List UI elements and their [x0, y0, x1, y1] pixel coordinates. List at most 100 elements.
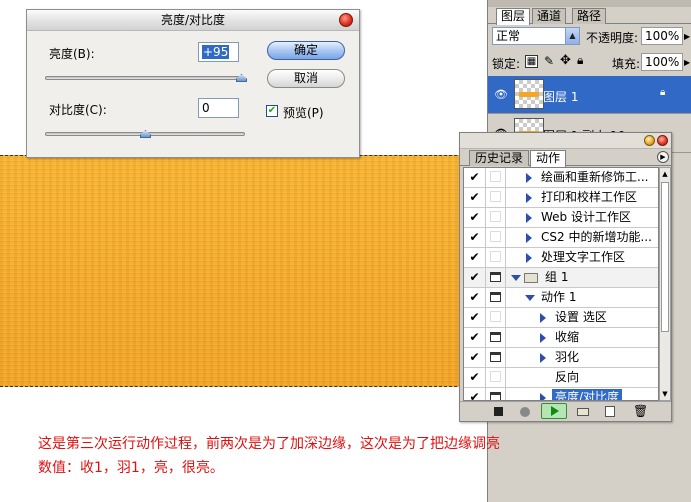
- action-toggle-checkbox[interactable]: ✔: [464, 228, 486, 247]
- action-toggle-checkbox[interactable]: ✔: [464, 268, 486, 287]
- record-icon[interactable]: [520, 407, 530, 417]
- document-canvas[interactable]: [0, 155, 487, 387]
- actions-toolbar: 🗑︎: [460, 401, 671, 421]
- dialog-toggle[interactable]: [486, 368, 506, 387]
- play-icon: [551, 406, 559, 416]
- new-set-folder-icon[interactable]: [577, 408, 589, 416]
- layers-tabs: 图层 通道 路径: [488, 7, 691, 25]
- actions-scrollbar[interactable]: ▲ ▼: [659, 167, 671, 401]
- action-row[interactable]: ✔ CS2 中的新增功能...: [464, 228, 658, 248]
- dialog-toggle[interactable]: [486, 168, 506, 187]
- close-icon[interactable]: [339, 13, 353, 27]
- dialog-toggle[interactable]: [486, 388, 506, 400]
- chevron-right-icon[interactable]: [540, 393, 546, 400]
- tab-layers[interactable]: 图层: [496, 8, 531, 25]
- chevron-right-icon[interactable]: [526, 233, 532, 243]
- cancel-button[interactable]: 取消: [267, 69, 345, 88]
- panel-menu-icon[interactable]: ▶: [657, 151, 669, 163]
- chevron-down-icon[interactable]: [525, 295, 535, 301]
- dialog-icon: [490, 211, 501, 222]
- dialog-toggle[interactable]: [486, 308, 506, 327]
- close-icon[interactable]: [657, 135, 668, 146]
- chevron-down-icon[interactable]: [511, 275, 521, 281]
- action-toggle-checkbox[interactable]: ✔: [464, 328, 486, 347]
- action-row[interactable]: ✔ 打印和校样工作区: [464, 188, 658, 208]
- action-row[interactable]: ✔ 羽化: [464, 348, 658, 368]
- action-row[interactable]: ✔ 收缩: [464, 328, 658, 348]
- dialog-icon: [490, 191, 501, 202]
- actions-title-bar[interactable]: [460, 133, 671, 149]
- chevron-right-icon[interactable]: [540, 353, 546, 363]
- stop-icon[interactable]: [494, 407, 503, 416]
- scroll-up-icon[interactable]: ▲: [660, 168, 670, 180]
- action-toggle-checkbox[interactable]: ✔: [464, 168, 486, 187]
- brightness-slider-track[interactable]: [45, 76, 245, 80]
- panel-grip[interactable]: [488, 0, 691, 7]
- chevron-right-icon[interactable]: [540, 333, 546, 343]
- action-row[interactable]: ✔ 设置 选区: [464, 308, 658, 328]
- opacity-arrow-icon[interactable]: ▶: [684, 32, 690, 41]
- chevron-right-icon[interactable]: [540, 313, 546, 323]
- chevron-right-icon[interactable]: [526, 173, 532, 183]
- layer-row[interactable]: 👁︎ 图层 1 🔒︎: [488, 76, 691, 114]
- dialog-title-bar[interactable]: 亮度/对比度: [27, 10, 359, 31]
- action-label: 收缩: [555, 330, 580, 344]
- lock-icon[interactable]: 🔒︎: [577, 53, 583, 68]
- blend-mode-value: 正常: [496, 29, 521, 43]
- opacity-input[interactable]: 100%: [641, 27, 683, 45]
- action-row[interactable]: ✔ 亮度/对比度: [464, 388, 658, 400]
- action-toggle-checkbox[interactable]: ✔: [464, 348, 486, 367]
- action-row[interactable]: ✔ 绘画和重新修饰工...: [464, 168, 658, 188]
- action-row[interactable]: ✔ 动作 1: [464, 288, 658, 308]
- tab-history[interactable]: 历史记录: [469, 150, 530, 166]
- chevron-right-icon[interactable]: [526, 253, 532, 263]
- preview-checkbox[interactable]: ✔: [266, 105, 278, 117]
- trash-icon[interactable]: 🗑︎: [633, 404, 648, 418]
- scroll-down-icon[interactable]: ▼: [660, 388, 670, 400]
- action-toggle-checkbox[interactable]: ✔: [464, 248, 486, 267]
- action-label: 设置 选区: [555, 310, 607, 324]
- dialog-toggle[interactable]: [486, 268, 506, 287]
- action-toggle-checkbox[interactable]: ✔: [464, 308, 486, 327]
- action-toggle-checkbox[interactable]: ✔: [464, 388, 486, 400]
- chevron-right-icon[interactable]: [526, 213, 532, 223]
- dialog-toggle[interactable]: [486, 228, 506, 247]
- dialog-toggle[interactable]: [486, 328, 506, 347]
- action-row[interactable]: ✔ 反向: [464, 368, 658, 388]
- lock-transparency-icon[interactable]: ▦: [525, 55, 538, 68]
- fill-arrow-icon[interactable]: ▶: [684, 58, 690, 67]
- action-toggle-checkbox[interactable]: ✔: [464, 368, 486, 387]
- chevron-right-icon[interactable]: [526, 193, 532, 203]
- tab-paths[interactable]: 路径: [572, 8, 607, 24]
- new-action-icon[interactable]: [605, 406, 615, 417]
- chevron-down-icon: ▲: [565, 28, 579, 44]
- action-toggle-checkbox[interactable]: ✔: [464, 188, 486, 207]
- dialog-toggle[interactable]: [486, 208, 506, 227]
- layer-thumbnail: [514, 79, 544, 109]
- brightness-input[interactable]: +95: [198, 42, 239, 62]
- move-icon[interactable]: ✥: [560, 53, 571, 68]
- dialog-toggle[interactable]: [486, 348, 506, 367]
- fill-input[interactable]: 100%: [641, 53, 683, 71]
- contrast-input[interactable]: 0: [198, 98, 239, 118]
- blend-mode-select[interactable]: 正常 ▲: [492, 27, 580, 45]
- dialog-toggle[interactable]: [486, 248, 506, 267]
- brightness-value: +95: [202, 45, 230, 59]
- action-toggle-checkbox[interactable]: ✔: [464, 288, 486, 307]
- tab-actions[interactable]: 动作: [530, 150, 567, 167]
- dialog-toggle[interactable]: [486, 188, 506, 207]
- ok-button[interactable]: 确定: [267, 41, 345, 60]
- scroll-thumb[interactable]: [661, 182, 669, 332]
- play-button[interactable]: [541, 403, 567, 419]
- action-toggle-checkbox[interactable]: ✔: [464, 208, 486, 227]
- tab-channels[interactable]: 通道: [532, 8, 567, 24]
- action-row[interactable]: ✔ 处理文字工作区: [464, 248, 658, 268]
- minimize-icon[interactable]: [644, 135, 655, 146]
- action-row[interactable]: ✔ Web 设计工作区: [464, 208, 658, 228]
- brush-icon[interactable]: ✎: [544, 54, 554, 68]
- eye-icon[interactable]: 👁︎: [494, 88, 508, 101]
- action-label: 反向: [555, 370, 580, 384]
- action-row[interactable]: ✔ 组 1: [464, 268, 658, 288]
- dialog-toggle[interactable]: [486, 288, 506, 307]
- dialog-icon: [490, 292, 501, 302]
